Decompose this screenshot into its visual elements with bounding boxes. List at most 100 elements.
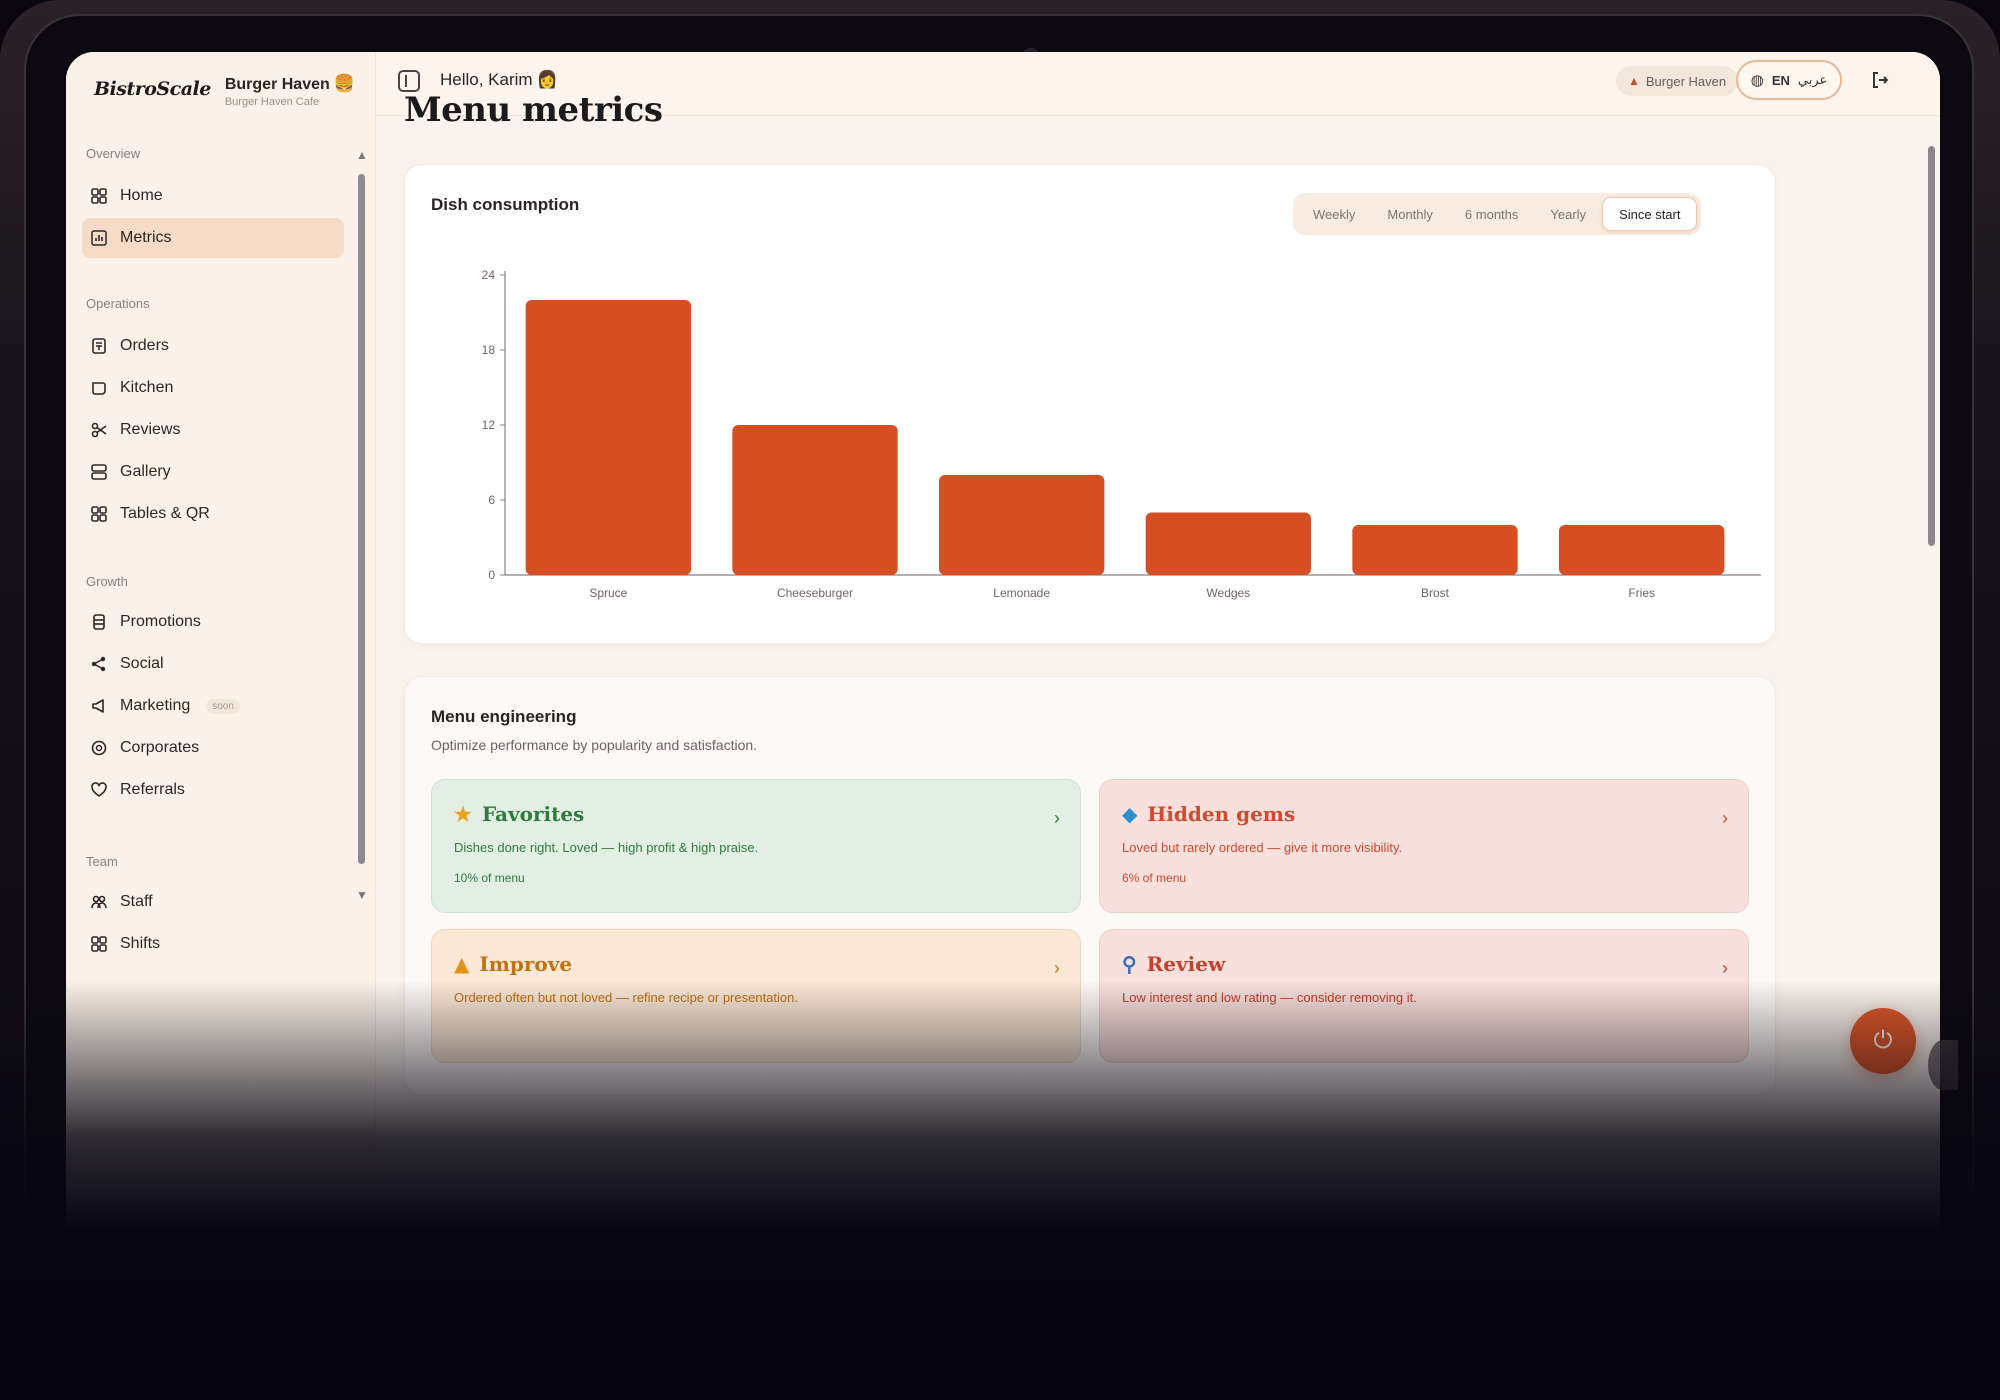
brand[interactable]: BistroScale Burger Haven 🍔 Burger Haven C…: [94, 68, 355, 108]
y-tick-label: 6: [488, 493, 495, 507]
nav-section-operations: Operations: [86, 296, 150, 311]
assistant-fab[interactable]: ⏻: [1850, 1008, 1916, 1074]
shifts-icon: [90, 935, 108, 953]
chevron-right-icon: ›: [1054, 958, 1060, 978]
sidebar-item-staff[interactable]: Staff: [82, 882, 344, 922]
scroll-up-icon[interactable]: ▲: [356, 148, 368, 162]
sidebar-item-shifts[interactable]: Shifts: [82, 924, 344, 964]
restaurant-subtitle: Burger Haven Cafe: [224, 96, 320, 108]
brand-logo: BistroScale: [94, 78, 211, 100]
sidebar-item-kitchen[interactable]: Kitchen: [82, 368, 344, 408]
language-toggle[interactable]: ◍ EN عربي: [1736, 60, 1842, 100]
bar-spruce[interactable]: [525, 300, 691, 575]
corporates-icon: [90, 739, 108, 757]
sidebar-item-metrics[interactable]: Metrics: [82, 218, 344, 258]
chevron-right-icon: ›: [1722, 808, 1728, 828]
x-tick-label: Spruce: [589, 586, 627, 600]
sidebar-item-orders[interactable]: Orders: [82, 326, 344, 366]
greeting: Hello, Karim 👩: [440, 70, 558, 89]
burger-icon: 🍔: [333, 74, 355, 93]
quadrant-favorites[interactable]: ★ Favorites Dishes done right. Loved — h…: [431, 779, 1081, 913]
promotions-icon: [90, 613, 108, 631]
quadrant-hidden-gems[interactable]: ◆ Hidden gems Loved but rarely ordered —…: [1099, 779, 1749, 913]
star-icon: ★: [454, 802, 472, 826]
soon-badge: soon: [206, 698, 240, 714]
nav-section-growth: Growth: [86, 574, 128, 589]
sidebar-item-label: Orders: [120, 337, 169, 354]
sidebar-item-label: Home: [120, 187, 163, 204]
logout-icon[interactable]: [1870, 70, 1892, 92]
sidebar-item-promotions[interactable]: Promotions: [82, 602, 344, 642]
consumption-bar-chart: 0 6 12 18 24 Spruce Cheeseburger Lemonade Wedges…: [482, 268, 1761, 600]
bar-brost[interactable]: [1352, 525, 1518, 575]
sidebar-scroll-thumb[interactable]: [358, 174, 365, 864]
nav-section-team: Team: [86, 854, 118, 869]
sidebar-item-gallery[interactable]: Gallery: [82, 452, 344, 492]
quadrant-improve[interactable]: ▲ Improve Ordered often but not loved — …: [431, 929, 1081, 1063]
sidebar-item-label: Kitchen: [120, 379, 174, 396]
quadrant-title: ▲ Improve: [454, 952, 573, 976]
gem-icon: ◆: [1122, 802, 1138, 826]
y-tick-label: 18: [482, 343, 496, 357]
x-tick-label: Brost: [1421, 586, 1450, 600]
bar-fries[interactable]: [1559, 525, 1725, 575]
chart-icon: [90, 229, 108, 247]
x-tick-label: Lemonade: [993, 586, 1050, 600]
restaurant-switcher[interactable]: ▲ Burger Haven: [1616, 66, 1739, 96]
orders-icon: [90, 337, 108, 355]
power-icon: ⏻: [1873, 1027, 1893, 1054]
main-scrollbar[interactable]: [1926, 116, 1936, 616]
x-tick-label: Cheeseburger: [777, 586, 853, 600]
sidebar-item-tables-qr[interactable]: Tables & QR: [82, 494, 344, 534]
card-subtitle: Optimize performance by popularity and s…: [431, 737, 758, 753]
warning-icon: ▲: [454, 952, 470, 976]
quadrant-title: ◆ Hidden gems: [1122, 802, 1296, 826]
bar-cheeseburger[interactable]: [732, 425, 898, 575]
chevron-right-icon: ›: [1054, 808, 1060, 828]
bar-lemonade[interactable]: [939, 475, 1105, 575]
sidebar-toggle-icon[interactable]: [398, 70, 420, 92]
quadrant-description: Low interest and low rating — consider r…: [1122, 990, 1417, 1005]
kitchen-icon: [90, 379, 108, 397]
sidebar-scrollbar[interactable]: ▲ ▼: [356, 148, 368, 912]
globe-icon: ◍: [1750, 72, 1764, 89]
nav-section-overview: Overview: [86, 146, 141, 161]
quadrant-review[interactable]: ⚲ Review Low interest and low rating — c…: [1099, 929, 1749, 1063]
sidebar: BistroScale Burger Haven 🍔 Burger Haven C…: [66, 52, 376, 1352]
restaurant-name: Burger Haven 🍔: [224, 74, 355, 93]
lang-alt: عربي: [1797, 72, 1828, 87]
share-icon: [90, 655, 108, 673]
quadrant-description: Dishes done right. Loved — high profit &…: [454, 840, 759, 855]
y-tick-label: 24: [482, 268, 496, 282]
sidebar-item-label: Corporates: [120, 739, 200, 756]
sidebar-item-referrals[interactable]: Referrals: [82, 770, 344, 810]
quadrant-share: 6% of menu: [1122, 871, 1187, 885]
quadrant-share: 10% of menu: [454, 871, 525, 885]
sidebar-item-reviews[interactable]: Reviews: [82, 410, 344, 450]
scroll-down-icon[interactable]: ▼: [356, 888, 368, 902]
sidebar-item-home[interactable]: Home: [82, 176, 344, 216]
magnifier-icon: ⚲: [1122, 952, 1137, 976]
sidebar-item-label: Promotions: [120, 613, 201, 630]
sidebar-item-corporates[interactable]: Corporates: [82, 728, 344, 768]
main-scroll-thumb[interactable]: [1928, 146, 1935, 546]
sidebar-item-label: Reviews: [120, 421, 181, 438]
sidebar-item-social[interactable]: Social: [82, 644, 344, 684]
sidebar-item-label: Staff: [120, 893, 153, 910]
restaurant-pill-label: Burger Haven: [1645, 73, 1727, 89]
quadrant-description: Ordered often but not loved — refine rec…: [454, 990, 798, 1005]
x-tick-label: Fries: [1628, 586, 1655, 600]
store-icon: ▲: [1628, 74, 1640, 88]
x-tick-label: Wedges: [1206, 586, 1250, 600]
qr-icon: [90, 505, 108, 523]
sidebar-item-label: Metrics: [120, 229, 172, 246]
staff-icon: [90, 893, 108, 911]
sidebar-item-label: Social: [120, 655, 164, 672]
device-side-button: [1928, 1040, 1958, 1090]
sidebar-item-label: Gallery: [120, 463, 171, 480]
gallery-icon: [90, 463, 108, 481]
bar-wedges[interactable]: [1145, 512, 1311, 576]
quadrant-title: ★ Favorites: [454, 802, 585, 826]
sidebar-item-marketing[interactable]: Marketing soon: [82, 686, 344, 726]
reviews-icon: [90, 421, 108, 439]
